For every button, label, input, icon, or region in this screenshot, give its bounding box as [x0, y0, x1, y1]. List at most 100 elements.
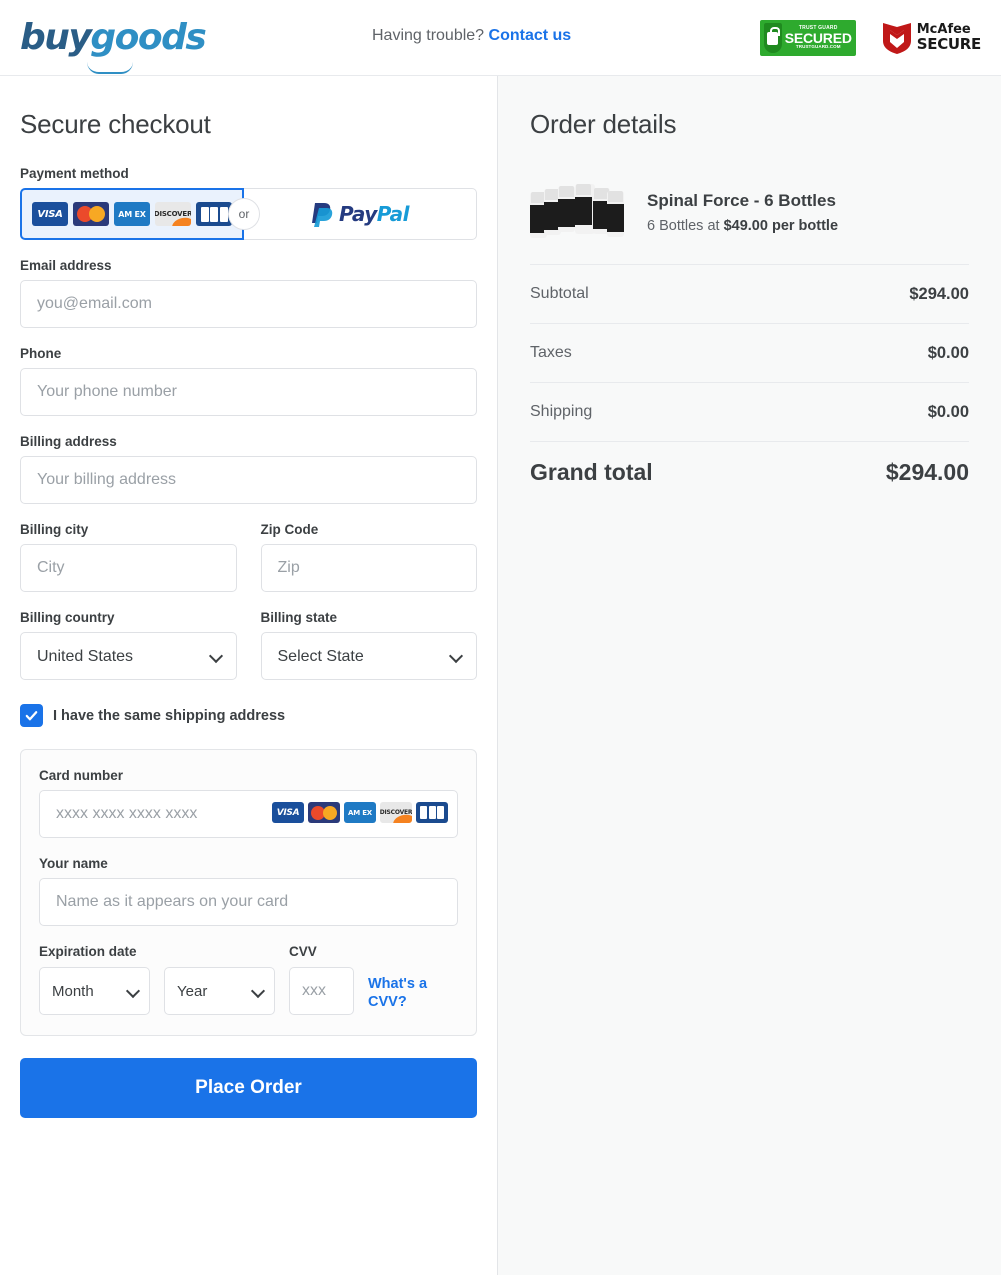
trust-badges: TRUST GUARD SECURED TRUSTGUARD.COM McAfe…: [759, 20, 981, 56]
cvv-group: [289, 967, 354, 1015]
billing-state-group: Billing state Select State: [260, 610, 477, 680]
expiry-cvv-row: Month Year xxx What's a CVV?: [39, 967, 458, 1015]
subtotal-row: Subtotal $294.00: [530, 264, 969, 323]
expiry-year-select[interactable]: Year: [164, 967, 275, 1015]
expiration-label: Expiration date: [39, 944, 137, 959]
expiry-month-select[interactable]: Month: [39, 967, 150, 1015]
taxes-value: $0.00: [927, 343, 969, 362]
cvv-label: CVV: [289, 944, 317, 959]
billing-country-label: Billing country: [20, 610, 115, 625]
shipping-row: Shipping $0.00: [530, 382, 969, 441]
buygoods-logo[interactable]: buygoods: [20, 16, 207, 74]
grand-total-value: $294.00: [885, 459, 969, 485]
billing-city-input[interactable]: [20, 544, 237, 592]
order-details-panel: Order details Spinal Force - 6 Bottles 6…: [498, 76, 1001, 1275]
billing-address-input[interactable]: [20, 456, 477, 504]
whats-a-cvv-link[interactable]: What's a CVV?: [368, 975, 432, 1015]
mastercard-icon: [73, 202, 109, 226]
paypal-pay-text: Pay: [338, 202, 377, 226]
billing-city-label: Billing city: [20, 522, 89, 537]
order-product-row: Spinal Force - 6 Bottles 6 Bottles at $4…: [530, 182, 969, 264]
paypal-icon: [311, 203, 333, 227]
email-group: Email address: [20, 258, 477, 328]
same-shipping-label: I have the same shipping address: [53, 707, 286, 724]
phone-label: Phone: [20, 346, 62, 361]
zip-input[interactable]: [260, 544, 477, 592]
logo-buy-text: buy: [20, 17, 92, 58]
grand-total-label: Grand total: [530, 459, 653, 485]
trust-guard-badge[interactable]: TRUST GUARD SECURED TRUSTGUARD.COM: [759, 20, 856, 56]
lock-icon: [767, 26, 780, 45]
expiry-cvv-labels: Expiration date CVV: [39, 944, 458, 959]
payment-method-label: Payment method: [20, 166, 129, 181]
paypal-pal-text: Pal: [376, 202, 410, 226]
trust-guard-shield-icon: [763, 23, 782, 53]
card-details-panel: Card number VISA AM EX DISCOVER Your nam…: [20, 749, 477, 1036]
taxes-row: Taxes $0.00: [530, 323, 969, 382]
help-label: Having trouble?: [372, 27, 485, 44]
checkout-page: buygoods Having trouble? Contact us TRUS…: [0, 0, 1001, 1276]
card-name-group: Your name: [39, 856, 458, 926]
shipping-label: Shipping: [530, 403, 593, 420]
amex-icon: AM EX: [344, 802, 376, 823]
or-divider-badge: or: [228, 198, 260, 230]
jcb-icon: [416, 802, 448, 823]
amex-icon: AM EX: [114, 202, 150, 226]
email-label: Email address: [20, 258, 112, 273]
cvv-input[interactable]: [289, 967, 354, 1015]
card-number-label: Card number: [39, 768, 124, 783]
visa-icon: VISA: [272, 802, 304, 823]
product-qty-text: 6 Bottles at: [647, 217, 724, 234]
payment-option-paypal[interactable]: PayPal: [244, 188, 477, 240]
billing-state-label: Billing state: [260, 610, 338, 625]
place-order-button[interactable]: Place Order: [20, 1058, 477, 1118]
grand-total-row: Grand total $294.00: [530, 441, 969, 503]
zip-group: Zip Code: [260, 522, 477, 592]
payment-option-card[interactable]: VISA AM EX DISCOVER: [20, 188, 244, 240]
card-name-label: Your name: [39, 856, 108, 871]
billing-state-select[interactable]: Select State: [260, 632, 477, 680]
checkmark-icon: [25, 711, 38, 721]
order-details-title: Order details: [530, 109, 677, 139]
product-thumbnail: [530, 182, 625, 242]
zip-label: Zip Code: [260, 522, 319, 537]
mcafee-secure-text: SECURE: [916, 34, 982, 53]
trust-guard-secured-text: SECURED: [784, 30, 852, 47]
logo-goods-text: goods: [90, 17, 206, 58]
page-title: Secure checkout: [20, 109, 211, 139]
subtotal-value: $294.00: [909, 284, 969, 303]
card-name-input[interactable]: [39, 878, 458, 926]
checkout-form-panel: Secure checkout Payment method VISA AM E…: [0, 76, 497, 1275]
mcafee-shield-icon: [882, 23, 911, 54]
billing-country-group: Billing country United States: [20, 610, 237, 680]
same-shipping-row[interactable]: I have the same shipping address: [20, 704, 477, 727]
country-state-row: Billing country United States Billing st…: [20, 610, 477, 680]
billing-country-select[interactable]: United States: [20, 632, 237, 680]
same-shipping-checkbox[interactable]: [20, 704, 43, 727]
mastercard-icon: [308, 802, 340, 823]
discover-icon: DISCOVER: [380, 802, 412, 823]
shipping-value: $0.00: [927, 402, 969, 421]
email-input[interactable]: [20, 280, 477, 328]
billing-city-group: Billing city: [20, 522, 237, 592]
payment-method-selector: VISA AM EX DISCOVER or PayPal: [20, 188, 477, 240]
billing-address-group: Billing address: [20, 434, 477, 504]
expiry-year-group: Year: [164, 967, 275, 1015]
discover-icon: DISCOVER: [155, 202, 191, 226]
logo-smile-icon: [87, 62, 133, 74]
mcafee-secure-badge[interactable]: McAfee SECURE: [882, 21, 981, 55]
subtotal-label: Subtotal: [530, 285, 589, 302]
product-name: Spinal Force - 6 Bottles: [647, 190, 836, 210]
visa-icon: VISA: [32, 202, 68, 226]
expiry-month-group: Month: [39, 967, 150, 1015]
contact-us-link[interactable]: Contact us: [489, 27, 572, 44]
trust-guard-url-text: TRUSTGUARD.COM: [795, 44, 841, 50]
site-header: buygoods Having trouble? Contact us TRUS…: [0, 0, 1001, 76]
help-text-block: Having trouble? Contact us: [372, 27, 571, 45]
product-quantity-price: 6 Bottles at $49.00 per bottle: [647, 218, 838, 234]
phone-input[interactable]: [20, 368, 477, 416]
billing-address-label: Billing address: [20, 434, 117, 449]
phone-group: Phone: [20, 346, 477, 416]
city-zip-row: Billing city Zip Code: [20, 522, 477, 592]
product-unit-price: $49.00 per bottle: [723, 217, 839, 234]
